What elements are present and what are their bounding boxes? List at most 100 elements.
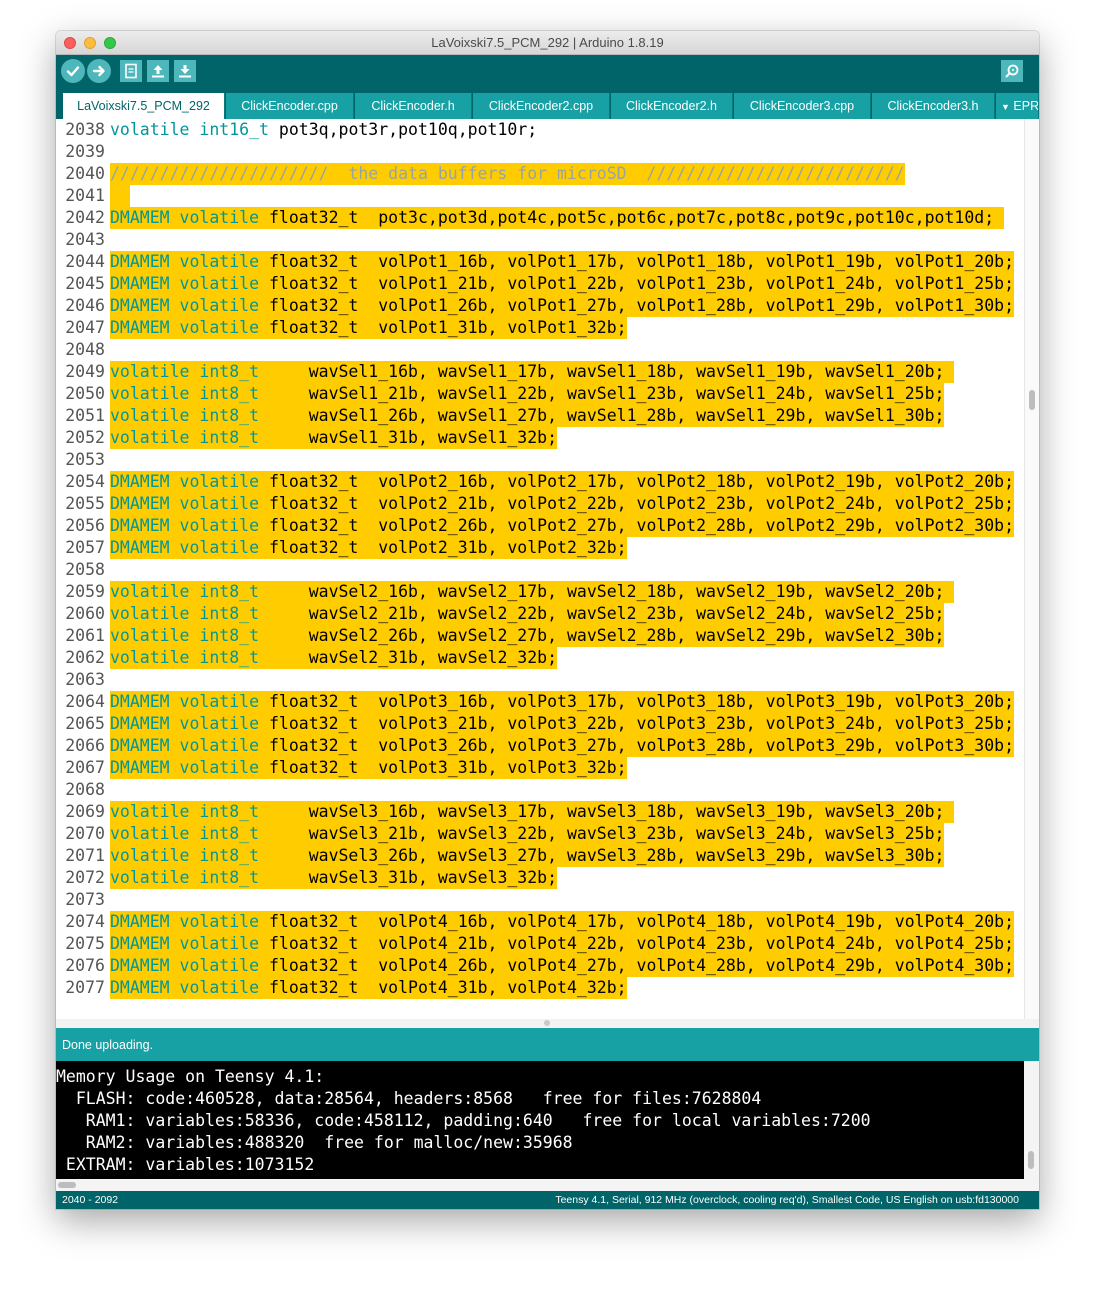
window-title: LaVoixski7.5_PCM_292 | Arduino 1.8.19 bbox=[431, 35, 664, 50]
keyword-token: int8_t bbox=[199, 648, 260, 667]
keyword-token: int8_t bbox=[199, 626, 260, 645]
code-text: volatile int8_t wavSel3_31b, wavSel3_32b… bbox=[110, 867, 558, 889]
maximize-window-button[interactable] bbox=[104, 37, 116, 49]
console-output[interactable]: Memory Usage on Teensy 4.1: FLASH: code:… bbox=[56, 1061, 1039, 1191]
tab-clickencoder-cpp[interactable]: ClickEncoder.cpp bbox=[226, 93, 354, 119]
editor-vertical-scrollbar[interactable] bbox=[1024, 119, 1039, 1033]
keyword-token: volatile bbox=[179, 208, 260, 227]
open-sketch-button[interactable] bbox=[147, 60, 169, 82]
pane-splitter[interactable] bbox=[56, 1019, 1039, 1028]
line-number: 2047 bbox=[65, 318, 105, 337]
keyword-token: DMAMEM bbox=[110, 472, 170, 491]
line-number: 2041 bbox=[65, 186, 105, 205]
new-sketch-button[interactable] bbox=[120, 60, 142, 82]
code-line: 2059 volatile int8_t wavSel2_16b, wavSel2… bbox=[56, 581, 1024, 603]
console-vertical-scroll-thumb[interactable] bbox=[1028, 1151, 1034, 1169]
console-vertical-scrollbar[interactable] bbox=[1024, 1061, 1039, 1179]
keyword-token: DMAMEM bbox=[110, 956, 170, 975]
code-line: 2070 volatile int8_t wavSel3_21b, wavSel3… bbox=[56, 823, 1024, 845]
code-token: float32_t volPot1_31b, volPot1_32b; bbox=[259, 318, 627, 337]
keyword-token: int8_t bbox=[199, 406, 260, 425]
code-line: 2076 DMAMEM volatile float32_t volPot4_26… bbox=[56, 955, 1024, 977]
keyword-token: volatile bbox=[110, 384, 190, 403]
code-line: 2050 volatile int8_t wavSel1_21b, wavSel1… bbox=[56, 383, 1024, 405]
editor-vertical-scroll-thumb[interactable] bbox=[1029, 390, 1035, 410]
status-bar: Done uploading. bbox=[56, 1028, 1039, 1061]
tab-bar: LaVoixski7.5_PCM_292 ClickEncoder.cpp Cl… bbox=[56, 90, 1039, 119]
tab-overflow-menu[interactable]: ▼ EPR bbox=[996, 93, 1039, 119]
tab-epr-label: EPR bbox=[1013, 99, 1039, 113]
line-number: 2038 bbox=[65, 120, 105, 139]
keyword-token: volatile bbox=[179, 472, 260, 491]
console-horizontal-scroll-thumb[interactable] bbox=[58, 1182, 76, 1188]
code-text: DMAMEM volatile float32_t volPot3_31b, v… bbox=[110, 757, 627, 779]
tab-clickencoder3-h[interactable]: ClickEncoder3.h bbox=[872, 93, 995, 119]
code-line: 2073 bbox=[56, 889, 1024, 911]
keyword-token: volatile bbox=[179, 956, 260, 975]
status-message: Done uploading. bbox=[62, 1038, 154, 1052]
save-sketch-button[interactable] bbox=[174, 60, 196, 82]
code-line: 2062 volatile int8_t wavSel2_31b, wavSel2… bbox=[56, 647, 1024, 669]
line-number: 2058 bbox=[65, 560, 105, 579]
close-window-button[interactable] bbox=[64, 37, 76, 49]
line-number: 2055 bbox=[65, 494, 105, 513]
line-number: 2042 bbox=[65, 208, 105, 227]
code-text: DMAMEM volatile float32_t volPot2_26b, v… bbox=[110, 515, 1015, 537]
code-line: 2063 bbox=[56, 669, 1024, 691]
code-token: wavSel1_21b, wavSel1_22b, wavSel1_23b, w… bbox=[259, 384, 945, 403]
line-number: 2059 bbox=[65, 582, 105, 601]
code-text: DMAMEM volatile float32_t volPot3_26b, v… bbox=[110, 735, 1015, 757]
serial-monitor-button[interactable] bbox=[1001, 60, 1023, 82]
code-token: float32_t volPot4_26b, volPot4_27b, volP… bbox=[259, 956, 1015, 975]
upload-button[interactable] bbox=[87, 59, 111, 83]
code-token: wavSel2_26b, wavSel2_27b, wavSel2_28b, w… bbox=[259, 626, 945, 645]
code-line: 2064 DMAMEM volatile float32_t volPot3_16… bbox=[56, 691, 1024, 713]
code-token: float32_t volPot3_21b, volPot3_22b, volP… bbox=[259, 714, 1015, 733]
tab-clickencoder2-h[interactable]: ClickEncoder2.h bbox=[611, 93, 733, 119]
line-number: 2076 bbox=[65, 956, 105, 975]
keyword-token: volatile bbox=[179, 736, 260, 755]
keyword-token: DMAMEM bbox=[110, 912, 170, 931]
console-line: FLASH: code:460528, data:28564, headers:… bbox=[56, 1089, 762, 1108]
console-horizontal-scrollbar[interactable] bbox=[56, 1179, 1039, 1191]
code-line: 2060 volatile int8_t wavSel2_21b, wavSel2… bbox=[56, 603, 1024, 625]
code-line: 2054 DMAMEM volatile float32_t volPot2_16… bbox=[56, 471, 1024, 493]
code-text: volatile int8_t wavSel2_21b, wavSel2_22b… bbox=[110, 603, 945, 625]
code-editor[interactable]: 2038 volatile int16_t pot3q,pot3r,pot10q,… bbox=[56, 119, 1039, 1033]
code-token: wavSel1_26b, wavSel1_27b, wavSel1_28b, w… bbox=[259, 406, 945, 425]
line-number: 2061 bbox=[65, 626, 105, 645]
code-token: wavSel3_21b, wavSel3_22b, wavSel3_23b, w… bbox=[259, 824, 945, 843]
code-text: volatile int8_t wavSel1_31b, wavSel1_32b… bbox=[110, 427, 558, 449]
code-line: 2074 DMAMEM volatile float32_t volPot4_16… bbox=[56, 911, 1024, 933]
keyword-token: volatile bbox=[179, 494, 260, 513]
line-number: 2069 bbox=[65, 802, 105, 821]
code-text: DMAMEM volatile float32_t volPot2_21b, v… bbox=[110, 493, 1015, 515]
tab-clickencoder3-cpp[interactable]: ClickEncoder3.cpp bbox=[734, 93, 871, 119]
line-number: 2075 bbox=[65, 934, 105, 953]
keyword-token: DMAMEM bbox=[110, 758, 170, 777]
line-number: 2065 bbox=[65, 714, 105, 733]
keyword-token: volatile bbox=[110, 626, 190, 645]
minimize-window-button[interactable] bbox=[84, 37, 96, 49]
bottom-info-bar: 2040 - 2092 Teensy 4.1, Serial, 912 MHz … bbox=[56, 1191, 1039, 1209]
code-line: 2067 DMAMEM volatile float32_t volPot3_31… bbox=[56, 757, 1024, 779]
line-number: 2053 bbox=[65, 450, 105, 469]
code-token: wavSel1_16b, wavSel1_17b, wavSel1_18b, w… bbox=[259, 362, 955, 381]
code-token: float32_t volPot4_16b, volPot4_17b, volP… bbox=[259, 912, 1015, 931]
line-number: 2040 bbox=[65, 164, 105, 183]
keyword-token: volatile bbox=[179, 252, 260, 271]
tab-clickencoder2-cpp[interactable]: ClickEncoder2.cpp bbox=[473, 93, 610, 119]
tab-clickencoder-h[interactable]: ClickEncoder.h bbox=[355, 93, 472, 119]
code-text: volatile int8_t wavSel3_26b, wavSel3_27b… bbox=[110, 845, 945, 867]
tab-main-sketch[interactable]: LaVoixski7.5_PCM_292 bbox=[63, 93, 225, 119]
code-text: volatile int8_t wavSel1_26b, wavSel1_27b… bbox=[110, 405, 945, 427]
verify-button[interactable] bbox=[61, 59, 85, 83]
